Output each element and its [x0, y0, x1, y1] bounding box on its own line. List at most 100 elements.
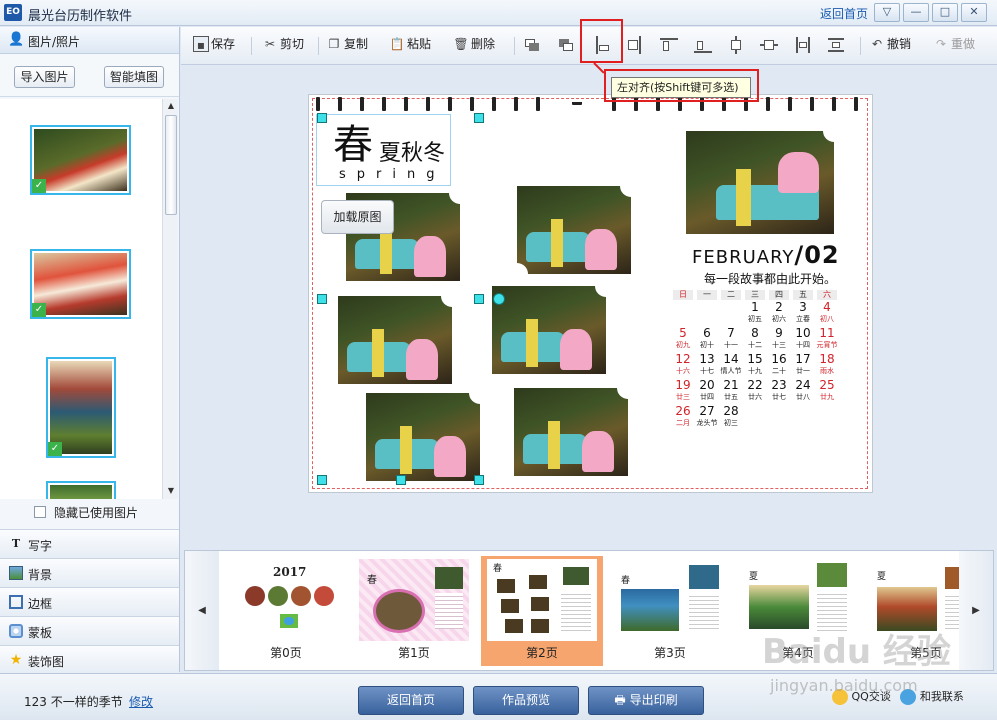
photos-panel-label: 图片/照片: [28, 35, 81, 49]
maximize-button[interactable]: □: [932, 3, 958, 22]
lunar-date: 龙头节: [696, 419, 718, 427]
toolbar-separator: [251, 37, 252, 55]
page-photo[interactable]: [492, 286, 606, 374]
page-card[interactable]: 春 第1页: [353, 556, 475, 666]
paste-button[interactable]: 📋 粘贴: [389, 35, 432, 57]
mini-photo: [314, 586, 334, 606]
strip-next-arrow-icon[interactable]: ▶: [959, 551, 993, 670]
scroll-up-arrow-icon[interactable]: ▲: [164, 99, 178, 113]
page-thumbnail: 春: [359, 559, 469, 641]
align-edge: [639, 36, 641, 54]
selection-handle[interactable]: [474, 113, 484, 123]
day-number: 23: [771, 378, 787, 392]
align-right-icon[interactable]: [624, 35, 644, 55]
minimize-button[interactable]: —: [903, 3, 929, 22]
page-card[interactable]: 2017 第0页: [225, 556, 347, 666]
calendar-day: 8 十二: [743, 327, 767, 350]
import-images-button[interactable]: 导入图片: [14, 66, 75, 88]
strip-prev-arrow-icon[interactable]: ◀: [185, 551, 219, 670]
photo-figure: [548, 420, 560, 469]
tool-background[interactable]: 背景: [0, 558, 179, 587]
thumbnail-scrollbar[interactable]: ▲ ▼: [162, 99, 178, 499]
align-bottom-icon[interactable]: [693, 35, 713, 55]
scissors-icon: ✂: [264, 36, 276, 51]
binding-ring: [448, 97, 452, 111]
tool-mask[interactable]: 蒙板: [0, 616, 179, 645]
main-page-photo[interactable]: [686, 131, 834, 234]
align-center-horizontal-icon[interactable]: [759, 35, 779, 55]
scrollbar-thumb[interactable]: [165, 115, 177, 215]
used-check-icon: ✓: [32, 179, 46, 193]
baidu-url-watermark: jingyan.baidu.com: [770, 676, 918, 695]
weekday-mon: 一: [697, 290, 717, 300]
calendar-day: 20 廿四: [695, 379, 719, 402]
page-photo[interactable]: [338, 296, 452, 384]
lunar-date: 十一: [724, 341, 738, 349]
photo-thumbnail-list: ✓ ✓ ✓: [0, 99, 162, 499]
menu-dropdown-button[interactable]: ▽: [874, 3, 900, 22]
page-photo[interactable]: [517, 186, 631, 274]
calendar-day: 21 廿五: [719, 379, 743, 402]
align-edge: [808, 37, 810, 53]
redo-icon: ↷: [935, 36, 947, 51]
lunar-date: 廿六: [748, 393, 762, 401]
copy-button[interactable]: ❐ 复制: [326, 35, 368, 57]
lunar-date: 情人节: [720, 367, 742, 375]
page-card[interactable]: 春 第3页: [609, 556, 731, 666]
distribute-horizontal-icon[interactable]: [793, 35, 813, 55]
page-card-active[interactable]: 春 第2页: [481, 556, 603, 666]
preview-button[interactable]: 作品预览: [473, 686, 579, 715]
cut-button[interactable]: ✂ 剪切: [262, 35, 304, 57]
paste-icon: 📋: [389, 36, 405, 51]
align-top-icon[interactable]: [659, 35, 679, 55]
rotate-handle[interactable]: [493, 293, 505, 305]
selection-handle[interactable]: [317, 294, 327, 304]
photo-thumbnail[interactable]: ✓: [30, 125, 131, 195]
align-left-tooltip: 左对齐(按Shift键可多选): [611, 77, 751, 98]
smart-fill-button[interactable]: 智能填图: [104, 66, 164, 88]
tool-border[interactable]: 边框: [0, 587, 179, 616]
selection-handle[interactable]: [474, 475, 484, 485]
day-number: 1: [751, 300, 759, 314]
back-home-button[interactable]: 返回首页: [358, 686, 464, 715]
scroll-down-arrow-icon[interactable]: ▼: [164, 484, 178, 498]
trash-icon: 🗑: [453, 36, 469, 51]
weekday-thu: 四: [769, 290, 789, 300]
photo-thumbnail[interactable]: ✓: [46, 357, 116, 458]
back-home-link[interactable]: 返回首页: [820, 5, 868, 22]
photo-thumbnail[interactable]: ✓: [30, 249, 131, 319]
export-print-button[interactable]: 🖶 导出印刷: [588, 686, 704, 715]
page-photo[interactable]: [514, 388, 628, 476]
mini-photo: [621, 589, 679, 631]
save-button[interactable]: ▪ 保存: [193, 35, 235, 57]
align-center-vertical-icon[interactable]: [726, 35, 746, 55]
baidu-watermark: Baidu 经验: [762, 632, 951, 672]
tool-text[interactable]: T 写字: [0, 529, 179, 558]
close-button[interactable]: ✕: [961, 3, 987, 22]
title-text-block[interactable]: 春 夏秋冬 spring: [316, 114, 451, 186]
load-original-button[interactable]: 加载原图: [321, 200, 394, 234]
undo-button[interactable]: ↶ 撤销: [869, 35, 911, 57]
delete-button[interactable]: 🗑 删除: [453, 35, 495, 57]
distribute-vertical-icon[interactable]: [826, 35, 846, 55]
bring-forward-icon[interactable]: [523, 35, 543, 55]
selection-handle[interactable]: [317, 113, 327, 123]
tool-decoration[interactable]: ★ 装饰图: [0, 645, 179, 674]
selection-handle[interactable]: [474, 294, 484, 304]
selection-handle[interactable]: [396, 475, 406, 485]
redo-button[interactable]: ↷ 重做: [933, 35, 975, 57]
lunar-date: 十九: [748, 367, 762, 375]
title-big-char: 春: [333, 122, 373, 168]
photo-thumbnail[interactable]: [46, 481, 116, 499]
page-photo[interactable]: [366, 393, 480, 481]
align-shape: [663, 41, 669, 51]
photos-panel-header[interactable]: 👤 图片/照片: [0, 27, 179, 54]
used-check-icon: ✓: [32, 303, 46, 317]
hide-used-checkbox[interactable]: [34, 506, 46, 518]
selection-handle[interactable]: [317, 475, 327, 485]
calendar-day: 26 二月: [671, 405, 695, 428]
send-backward-icon[interactable]: [557, 35, 577, 55]
binding-hanger: [572, 97, 582, 105]
calendar-day: 5 初九: [671, 327, 695, 350]
rename-link[interactable]: 修改: [129, 693, 153, 710]
